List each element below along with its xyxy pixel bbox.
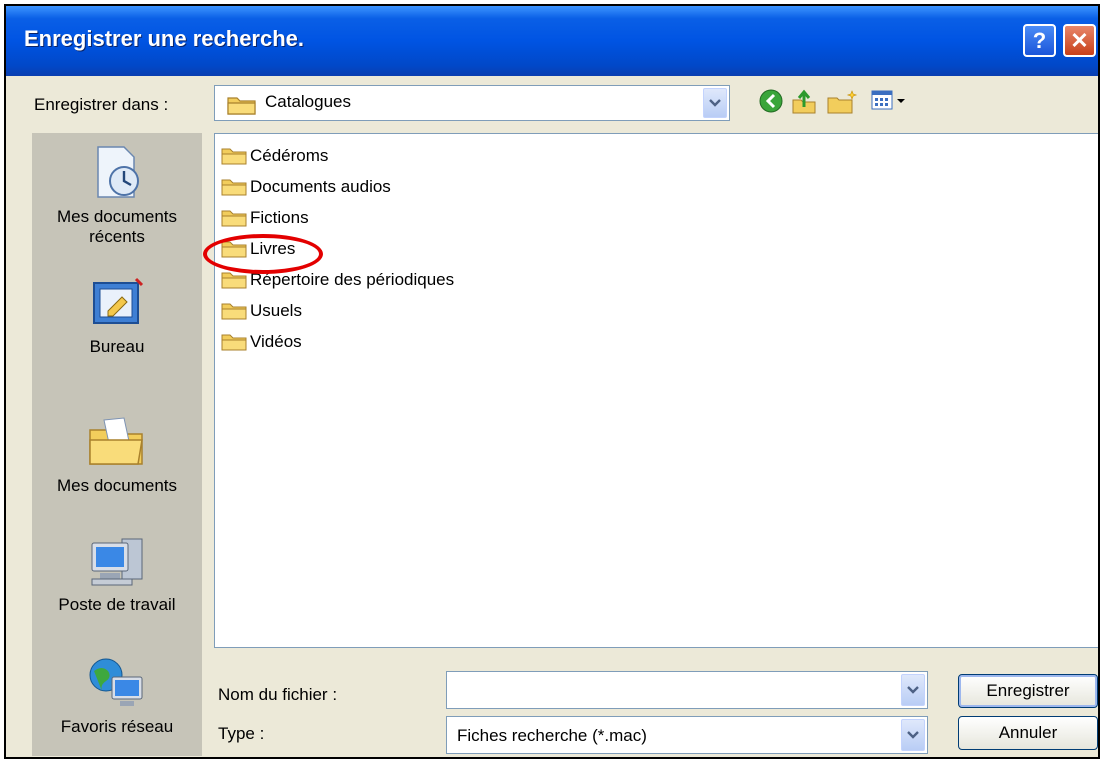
back-button[interactable] [758,88,784,119]
type-label: Type : [218,724,265,743]
save-in-value: Catalogues [265,92,352,111]
dropdown-arrow[interactable] [901,719,925,751]
up-folder-icon [792,89,816,114]
list-item[interactable]: Usuels [221,297,302,325]
new-folder-button[interactable] [826,88,858,121]
places-bar: Mes documents récents Bureau Mes documen… [32,133,202,756]
list-item[interactable]: Cédéroms [221,142,328,170]
folder-icon [221,179,247,196]
dropdown-arrow[interactable] [901,674,925,706]
place-label: Mes documents [57,476,177,495]
place-label: Bureau [89,337,145,356]
chevron-down-icon [709,99,721,107]
type-dropdown[interactable]: Fiches recherche (*.mac) [446,716,928,754]
place-label: Poste de travail [58,595,176,614]
file-list[interactable]: Cédéroms Documents audios Fictions Livre… [203,133,1098,648]
my-computer-icon [91,538,143,586]
place-recent-documents[interactable]: Mes documents récents [32,143,202,247]
save-in-dropdown[interactable]: Catalogues [214,85,730,121]
close-button[interactable]: ✕ [1063,24,1096,57]
place-label: Mes documents récents [57,207,177,246]
place-desktop[interactable]: Bureau [32,275,202,357]
title-bar: Enregistrer une recherche. ? ✕ [6,6,1098,76]
view-menu-icon [871,90,905,110]
folder-icon [221,334,247,351]
dropdown-arrow[interactable] [703,88,727,118]
list-item[interactable]: Vidéos [221,328,302,356]
dialog-title: Enregistrer une recherche. [24,26,305,51]
highlight-circle [203,234,323,274]
save-dialog: Enregistrer une recherche. ? ✕ Enregistr… [4,4,1100,759]
my-documents-icon [89,417,143,465]
view-menu-button[interactable] [870,88,910,119]
place-my-documents[interactable]: Mes documents [32,414,202,496]
folder-icon [221,210,247,227]
filename-label: Nom du fichier : [218,685,338,704]
folder-icon [221,303,247,320]
filename-input[interactable] [446,671,928,709]
help-button[interactable]: ? [1023,24,1056,57]
folder-icon [227,97,256,115]
file-name: Fictions [250,208,309,227]
file-name: Documents audios [250,177,391,196]
file-name: Usuels [250,301,302,320]
network-places-icon [89,658,143,706]
recent-documents-icon [97,146,139,198]
list-item[interactable]: Documents audios [221,173,391,201]
file-name: Cédéroms [250,146,329,165]
place-label: Favoris réseau [60,717,174,736]
back-icon [759,89,783,113]
cancel-button[interactable]: Annuler [958,716,1098,750]
desktop-icon [93,277,144,324]
up-folder-button[interactable] [790,88,818,121]
type-value: Fiches recherche (*.mac) [457,726,647,745]
new-folder-icon [827,90,858,114]
chevron-down-icon [907,686,919,694]
list-item[interactable]: Fictions [221,204,309,232]
folder-icon [221,148,247,165]
place-network[interactable]: Favoris réseau [32,653,202,737]
chevron-down-icon [907,731,919,739]
save-in-label: Enregistrer dans : [34,95,169,114]
file-name: Vidéos [250,332,302,351]
place-my-computer[interactable]: Poste de travail [32,531,202,615]
folder-icon [221,272,247,289]
save-button[interactable]: Enregistrer [958,674,1098,708]
